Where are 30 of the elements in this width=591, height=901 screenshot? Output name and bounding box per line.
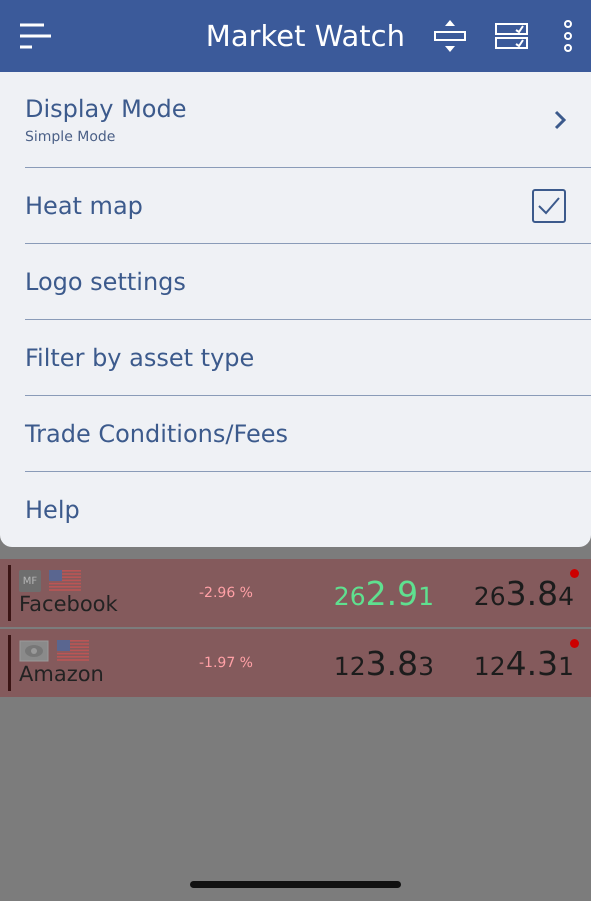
app-title: Market Watch xyxy=(206,19,405,53)
chevron-right-icon xyxy=(554,110,566,130)
row-height-icon[interactable] xyxy=(433,19,467,53)
checkmark-icon xyxy=(537,196,561,216)
asset-name: Facebook xyxy=(19,592,119,616)
status-dot xyxy=(570,569,579,578)
checkbox[interactable] xyxy=(532,188,566,222)
price: 123.83 xyxy=(332,644,434,682)
menu-item[interactable]: Display Mode Simple Mode xyxy=(25,72,591,167)
change-percent: -2.96 % xyxy=(199,585,254,601)
flag-icon xyxy=(49,570,81,592)
price: 263.84 xyxy=(472,574,574,612)
menu-item-subtitle: Simple Mode xyxy=(25,128,116,144)
menu-item[interactable]: Filter by asset type xyxy=(25,319,591,395)
price: 124.31 xyxy=(472,644,574,682)
flag-icon xyxy=(57,640,89,662)
asset-logo: MF xyxy=(19,570,41,592)
menu-item[interactable]: Logo settings xyxy=(25,243,591,319)
menu-item[interactable]: Heat map xyxy=(25,167,591,243)
status-dot xyxy=(570,639,579,648)
banknote-icon xyxy=(19,640,49,662)
asset-name: Amazon xyxy=(19,662,105,686)
checklist-icon[interactable] xyxy=(495,22,529,50)
menu-item[interactable]: Help xyxy=(25,471,591,547)
change-percent: -1.97 % xyxy=(199,655,254,671)
price: 262.91 xyxy=(332,574,434,612)
menu-icon[interactable] xyxy=(18,23,52,49)
menu-item[interactable]: Trade Conditions/Fees xyxy=(25,395,591,471)
quote-row[interactable]: MF Facebook -2.96 % 262.91 263.84 xyxy=(0,559,591,627)
more-icon[interactable] xyxy=(563,20,573,52)
